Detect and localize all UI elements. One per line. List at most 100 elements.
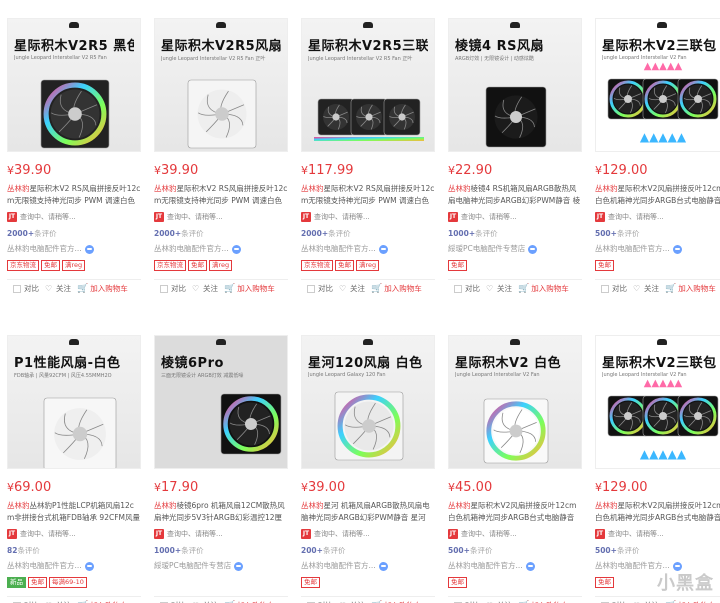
store-link[interactable]: 丛林豹电脑配件官方... — [154, 243, 288, 255]
follow-button[interactable]: ♡关注 — [633, 280, 665, 297]
shop-status: JT 查询中、请稍等... — [448, 529, 517, 539]
product-card[interactable]: 星际积木V2R5三联包 Jungle Leopard Interstellar … — [301, 18, 435, 297]
checkbox-icon[interactable] — [13, 284, 21, 293]
add-to-cart-button[interactable]: 🛒加入购物车 — [224, 597, 281, 603]
add-to-cart-button[interactable]: 🛒加入购物车 — [77, 280, 134, 297]
product-image[interactable]: P1性能风扇-白色 FDB轴承 | 风量92CFM | 风压4.55MMH2O — [7, 335, 141, 469]
product-name-link[interactable]: 丛林豹棱镜6pro 机箱风扇12CM散热风扇神光同步5V3针ARGB幻彩温控12… — [154, 500, 288, 524]
add-to-cart-button[interactable]: 🛒加入购物车 — [77, 597, 134, 603]
chat-icon[interactable] — [231, 244, 241, 254]
follow-button[interactable]: ♡关注 — [45, 280, 77, 297]
chat-icon[interactable] — [84, 561, 94, 571]
comment-count[interactable]: 500+条评价 — [595, 546, 720, 556]
compare-button[interactable]: 对比 — [301, 597, 339, 603]
chat-icon[interactable] — [525, 561, 535, 571]
product-name-link[interactable]: 丛林豹星际积木V2风扇拼接反叶12cm白色机箱神光同步ARGB台式电脑静音 — [595, 500, 720, 524]
add-to-cart-button[interactable]: 🛒加入购物车 — [371, 280, 428, 297]
follow-button[interactable]: ♡关注 — [486, 597, 518, 603]
follow-button[interactable]: ♡关注 — [192, 280, 224, 297]
checkbox-icon[interactable] — [601, 284, 609, 293]
comment-count[interactable]: 500+条评价 — [448, 546, 582, 556]
follow-button[interactable]: ♡关注 — [339, 597, 371, 603]
comment-count[interactable]: 2000+条评价 — [7, 229, 141, 239]
add-to-cart-button[interactable]: 🛒加入购物车 — [371, 597, 428, 603]
product-name-link[interactable]: 丛林豹星际积木V2 RS风扇拼接反叶12cm无限镜支持神光同步 PWM 调速白色… — [301, 183, 435, 207]
follow-button[interactable]: ♡关注 — [192, 597, 224, 603]
follow-button[interactable]: ♡关注 — [633, 597, 665, 603]
add-to-cart-button[interactable]: 🛒加入购物车 — [665, 597, 720, 603]
product-name-link[interactable]: 丛林豹星际积木V2风扇拼接反叶12cm白色机箱神光同步ARGB台式电脑静音 — [595, 183, 720, 207]
product-card[interactable]: 星际积木V2 白色 Jungle Leopard Interstellar V2… — [448, 335, 582, 603]
follow-button[interactable]: ♡关注 — [486, 280, 518, 297]
brand-logo-icon — [363, 22, 373, 28]
product-name-link[interactable]: 丛林豹棱镜4 RS机箱风扇ARGB散热风扇电脑神光同步ARGB幻彩PWM静音 棱… — [448, 183, 582, 207]
chat-icon[interactable] — [378, 561, 388, 571]
product-card[interactable]: 星际积木V2R5 黑色 Jungle Leopard Interstellar … — [7, 18, 141, 297]
comment-count[interactable]: 1000+条评价 — [154, 546, 288, 556]
store-link[interactable]: 丛林豹电脑配件官方... — [448, 560, 582, 572]
product-image[interactable]: 星际积木V2 白色 Jungle Leopard Interstellar V2… — [448, 335, 582, 469]
cart-icon: 🛒 — [665, 283, 677, 294]
product-name-link[interactable]: 丛林豹丛林豹P1性能LCP机箱风扇12cm非拼接台式机箱FDB轴承 92CFM风… — [7, 500, 141, 524]
add-to-cart-button[interactable]: 🛒加入购物车 — [224, 280, 281, 297]
product-image[interactable]: ▲▲▲▲▲ ▲▲▲▲▲ 星际积木V2三联包 黑色 Jungle Leopard I… — [595, 335, 720, 469]
chat-icon[interactable] — [528, 244, 538, 254]
promo-tags: 京东物流 免邮 满reg — [154, 260, 288, 271]
product-card[interactable]: ▲▲▲▲▲ ▲▲▲▲▲ 星际积木V2三联包 黑色 Jungle Leopard I… — [595, 18, 720, 297]
compare-button[interactable]: 对比 — [448, 597, 486, 603]
compare-button[interactable]: 对比 — [448, 280, 486, 297]
comment-count[interactable]: 82条评价 — [7, 546, 141, 556]
product-name-link[interactable]: 丛林豹星际积木V2 RS风扇拼接反叶12cm无限镜支持神光同步 PWM 调速白色… — [154, 183, 288, 207]
chat-icon[interactable] — [234, 561, 244, 571]
chat-icon[interactable] — [378, 244, 388, 254]
product-name-link[interactable]: 丛林豹星际积木V2 RS风扇拼接反叶12cm无限镜支持神光同步 PWM 调速白色… — [7, 183, 141, 207]
compare-button[interactable]: 对比 — [595, 280, 633, 297]
add-to-cart-button[interactable]: 🛒加入购物车 — [518, 280, 575, 297]
comment-count[interactable]: 200+条评价 — [301, 546, 435, 556]
shop-status: JT 查询中、请稍等... — [448, 212, 517, 222]
jt-badge: JT — [7, 212, 17, 222]
product-image[interactable]: 棱镜6Pro 三面无限镜设计 ARGB灯效 减震低噪 — [154, 335, 288, 469]
checkbox-icon[interactable] — [160, 284, 168, 293]
comment-count[interactable]: 500+条评价 — [595, 229, 720, 239]
product-card[interactable]: ▲▲▲▲▲ ▲▲▲▲▲ 星际积木V2三联包 黑色 Jungle Leopard I… — [595, 335, 720, 603]
product-image[interactable]: 星河120风扇 白色 Jungle Leopard Galaxy 120 Fan — [301, 335, 435, 469]
chat-icon[interactable] — [84, 244, 94, 254]
comment-count[interactable]: 2000+条评价 — [154, 229, 288, 239]
add-to-cart-button[interactable]: 🛒加入购物车 — [665, 280, 720, 297]
checkbox-icon[interactable] — [307, 284, 315, 293]
store-link[interactable]: 丛林豹电脑配件官方... — [301, 560, 435, 572]
store-link[interactable]: 丛林豹电脑配件官方... — [595, 243, 720, 255]
follow-button[interactable]: ♡关注 — [45, 597, 77, 603]
product-card[interactable]: 棱镜6Pro 三面无限镜设计 ARGB灯效 减震低噪 ¥17.90 丛林豹棱镜6… — [154, 335, 288, 603]
product-image[interactable]: 星际积木V2R5 黑色 Jungle Leopard Interstellar … — [7, 18, 141, 152]
product-image[interactable]: 星际积木V2R5风扇 Jungle Leopard Interstellar V… — [154, 18, 288, 152]
product-name-link[interactable]: 丛林豹星际积木V2风扇拼接反叶12cm白色机箱神光同步ARGB台式电脑静音 — [448, 500, 582, 524]
store-link[interactable]: 丛林豹电脑配件官方... — [7, 560, 141, 572]
compare-button[interactable]: 对比 — [7, 280, 45, 297]
comment-count[interactable]: 1000+条评价 — [448, 229, 582, 239]
product-name-link[interactable]: 丛林豹星河 机箱风扇ARGB散热风扇电脑神光同步ARGB幻彩PWM静音 星河【白… — [301, 500, 435, 524]
product-image[interactable]: ▲▲▲▲▲ ▲▲▲▲▲ 星际积木V2三联包 黑色 Jungle Leopard I… — [595, 18, 720, 152]
compare-button[interactable]: 对比 — [7, 597, 45, 603]
add-to-cart-button[interactable]: 🛒加入购物车 — [518, 597, 575, 603]
compare-button[interactable]: 对比 — [154, 280, 192, 297]
compare-button[interactable]: 对比 — [154, 597, 192, 603]
checkbox-icon[interactable] — [454, 284, 462, 293]
compare-button[interactable]: 对比 — [595, 597, 633, 603]
product-card[interactable]: 棱镜4 RS风扇 ARGB灯效 | 无限镜设计 | 动感炫酷 ¥22.90 丛林… — [448, 18, 582, 297]
product-card[interactable]: 星河120风扇 白色 Jungle Leopard Galaxy 120 Fan… — [301, 335, 435, 603]
chat-icon[interactable] — [672, 244, 682, 254]
store-link[interactable]: 綏瑷PC电脑配件专营店 — [448, 243, 582, 255]
compare-button[interactable]: 对比 — [301, 280, 339, 297]
product-card[interactable]: P1性能风扇-白色 FDB轴承 | 风量92CFM | 风压4.55MMH2O … — [7, 335, 141, 603]
product-image[interactable]: 棱镜4 RS风扇 ARGB灯效 | 无限镜设计 | 动感炫酷 — [448, 18, 582, 152]
comment-count[interactable]: 2000+条评价 — [301, 229, 435, 239]
store-link[interactable]: 綏瑷PC电脑配件专营店 — [154, 560, 288, 572]
store-link[interactable]: 丛林豹电脑配件官方... — [301, 243, 435, 255]
product-card[interactable]: 星际积木V2R5风扇 Jungle Leopard Interstellar V… — [154, 18, 288, 297]
follow-button[interactable]: ♡关注 — [339, 280, 371, 297]
product-image[interactable]: 星际积木V2R5三联包 Jungle Leopard Interstellar … — [301, 18, 435, 152]
store-link[interactable]: 丛林豹电脑配件官方... — [7, 243, 141, 255]
product-price: ¥39.90 — [7, 163, 52, 178]
